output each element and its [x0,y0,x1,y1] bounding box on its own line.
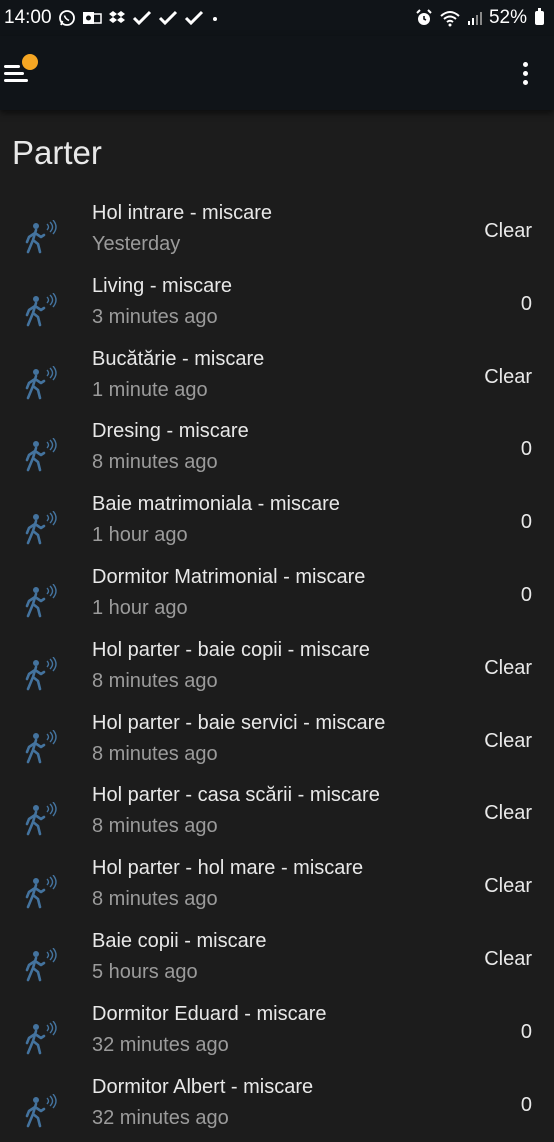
entity-name: Baie matrimoniala - miscare [92,493,340,516]
entity-name: Dormitor Albert - miscare [92,1075,314,1098]
check-icon [132,10,151,26]
entity-last-changed: 3 minutes ago [92,305,218,328]
motion-sensor-icon [25,1020,57,1055]
more-dot [523,62,528,67]
motion-sensor-icon [25,438,57,472]
battery-percentage: 52% [488,7,527,28]
more-dot [523,71,528,76]
entity-last-changed: 8 minutes ago [92,888,218,911]
entity-state: Clear [484,802,532,825]
entity-row[interactable]: Hol intrare - miscare Yesterday Clear [0,198,554,270]
entity-last-changed: 8 minutes ago [92,815,218,838]
entity-row[interactable]: Hol parter - casa scării - miscare 8 min… [0,780,554,852]
entity-state: Clear [484,729,532,752]
entity-state: 0 [520,1093,532,1116]
entity-name: Hol parter - baie copii - miscare [92,638,370,661]
more-vertical-icon[interactable] [516,60,536,88]
phone-screen: 14:00 52% Parter Hol intrare - miscare Y… [0,0,554,1142]
entity-row[interactable]: Baie matrimoniala - miscare 1 hour ago 0 [0,489,554,561]
motion-sensor-icon [25,802,57,836]
whatsapp-icon [58,10,75,26]
page-title: Parter [12,134,102,171]
entity-name: Hol parter - hol mare - miscare [92,857,364,880]
motion-sensor-icon [25,1093,57,1127]
entity-last-changed: Yesterday [92,233,181,255]
entity-row[interactable]: Dormitor Albert - miscare 32 minutes ago… [0,1072,554,1142]
alarm-icon [416,9,432,25]
entity-state: 0 [520,511,532,534]
entity-name: Hol parter - baie servici - miscare [92,711,386,734]
motion-sensor-icon [25,365,57,399]
entity-last-changed: 32 minutes ago [92,1106,229,1129]
more-dot [523,80,528,85]
menu-bar-line [4,79,28,82]
entity-last-changed: 8 minutes ago [92,451,218,474]
entity-last-changed: 1 hour ago [92,597,188,619]
notification-dot [22,54,38,70]
entity-row[interactable]: Hol parter - baie copii - miscare 8 minu… [0,635,554,707]
menu-bar-line [4,72,24,75]
entity-name: Living - miscare [92,274,233,297]
wifi-icon [440,11,460,27]
entity-row[interactable]: Dresing - miscare 8 minutes ago 0 [0,416,554,488]
motion-sensor-icon [25,220,57,254]
entity-name: Dresing - miscare [92,420,249,443]
status-bar-left: 14:00 [4,7,220,29]
entity-name: Baie copii - miscare [92,930,267,952]
motion-sensor-icon [25,292,57,327]
motion-sensor-icon [25,656,57,691]
entity-last-changed: 8 minutes ago [92,669,218,692]
dot-icon [212,17,217,21]
check-icon [158,10,177,26]
motion-sensor-icon [25,948,57,982]
motion-sensor-icon [25,511,57,545]
entity-name: Bucătărie - miscare [92,347,265,370]
check-icon [184,10,203,26]
entity-last-changed: 32 minutes ago [92,1033,229,1056]
motion-sensor-icon [25,729,57,763]
entity-state: Clear [484,875,532,898]
entity-state: 0 [520,1020,532,1043]
app-bar [0,36,554,110]
hamburger-menu-icon[interactable] [2,54,42,88]
entity-row[interactable]: Baie copii - miscare 5 hours ago Clear [0,926,554,998]
motion-sensor-icon [25,584,57,618]
menu-bar-line [4,65,20,68]
entity-last-changed: 5 hours ago [92,961,198,983]
entity-name: Dormitor Matrimonial - miscare [92,566,366,588]
entity-row[interactable]: Living - miscare 3 minutes ago 0 [0,271,554,343]
entity-row[interactable]: Hol parter - hol mare - miscare 8 minute… [0,853,554,925]
entity-last-changed: 1 hour ago [92,524,188,547]
entity-row[interactable]: Dormitor Matrimonial - miscare 1 hour ag… [0,562,554,634]
status-bar: 14:00 52% [0,0,554,36]
motion-sensor-icon [25,875,57,909]
entity-state: Clear [484,220,532,242]
status-bar-right: 52% [415,7,544,29]
entity-state: 0 [520,292,532,315]
entity-row[interactable]: Dormitor Eduard - miscare 32 minutes ago… [0,999,554,1071]
entity-state: Clear [484,656,532,679]
entity-state: Clear [484,948,532,970]
entity-state: 0 [520,438,532,461]
battery-icon [535,8,544,25]
status-time: 14:00 [4,7,52,28]
outlook-icon [82,12,102,24]
entity-state: Clear [484,365,532,388]
entity-row[interactable]: Bucătărie - miscare 1 minute ago Clear [0,344,554,416]
dropbox-icon [108,11,125,23]
entity-name: Hol parter - casa scării - miscare [92,784,380,807]
signal-icon [467,12,482,25]
entity-name: Dormitor Eduard - miscare [92,1002,327,1025]
entity-state: 0 [520,584,532,606]
entity-row[interactable]: Hol parter - baie servici - miscare 8 mi… [0,708,554,780]
entity-last-changed: 8 minutes ago [92,742,218,765]
entity-name: Hol intrare - miscare [92,202,273,224]
entity-last-changed: 1 minute ago [92,378,208,401]
